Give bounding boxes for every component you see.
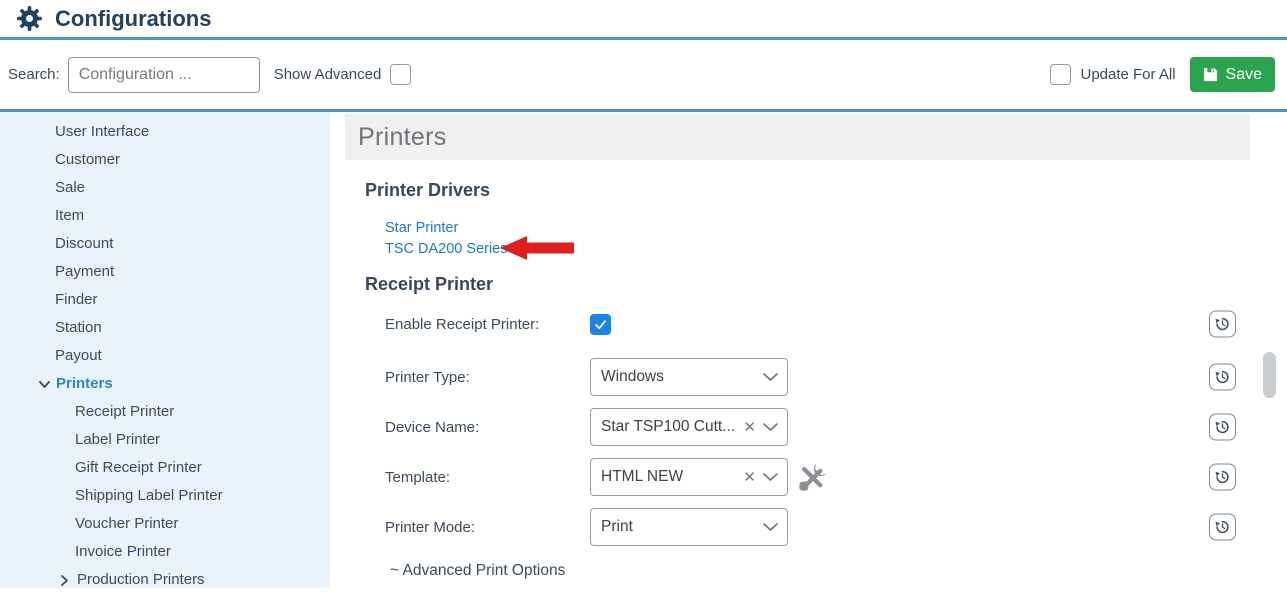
printer-mode-value: Print xyxy=(601,518,633,535)
sidebar-item-production-printers[interactable]: Production Printers xyxy=(0,566,330,594)
search-input[interactable] xyxy=(67,56,260,93)
device-name-label: Device Name: xyxy=(385,418,480,436)
show-advanced-label: Show Advanced xyxy=(273,66,382,83)
clear-icon[interactable]: ✕ xyxy=(743,420,756,435)
content: User Interface Customer Sale Item Discou… xyxy=(0,112,1287,588)
device-name-select[interactable]: Star TSP100 Cutt... ✕ xyxy=(590,408,788,446)
page-title: Configurations xyxy=(55,5,212,31)
sidebar-item-item[interactable]: Item xyxy=(0,202,330,230)
reset-icon[interactable] xyxy=(1209,513,1236,541)
printer-type-label: Printer Type: xyxy=(385,368,470,386)
chevron-down-icon xyxy=(763,472,778,482)
red-arrow-annotation xyxy=(500,236,574,265)
save-label: Save xyxy=(1225,65,1262,83)
clear-icon[interactable]: ✕ xyxy=(743,470,756,485)
printer-mode-row: Printer Mode: Print xyxy=(385,508,1287,546)
template-value: HTML NEW xyxy=(601,468,684,485)
chevron-down-icon xyxy=(763,522,778,532)
chevron-right-icon xyxy=(58,574,71,587)
chevron-down-icon xyxy=(763,372,778,382)
advanced-print-options-toggle[interactable]: ~ Advanced Print Options xyxy=(390,562,1287,580)
device-name-row: Device Name: Star TSP100 Cutt... ✕ xyxy=(385,408,1287,446)
vertical-scrollbar-thumb[interactable] xyxy=(1263,352,1276,398)
sidebar-item-discount[interactable]: Discount xyxy=(0,230,330,258)
receipt-printer-heading: Receipt Printer xyxy=(365,274,494,294)
sidebar-item-invoice-printer[interactable]: Invoice Printer xyxy=(0,538,330,566)
reset-icon[interactable] xyxy=(1209,310,1236,338)
tools-icon[interactable] xyxy=(797,462,828,493)
toolbar: Search: Show Advanced Update For All Sav… xyxy=(0,40,1287,112)
sidebar-item-gift-receipt-printer[interactable]: Gift Receipt Printer xyxy=(0,454,330,482)
sidebar-item-payment[interactable]: Payment xyxy=(0,258,330,286)
main-panel: Printers Printer Drivers Star Printer TS… xyxy=(330,112,1287,588)
template-select[interactable]: HTML NEW ✕ xyxy=(590,458,788,496)
sidebar-item-sale[interactable]: Sale xyxy=(0,174,330,202)
sidebar-item-shipping-label-printer[interactable]: Shipping Label Printer xyxy=(0,482,330,510)
gear-icon xyxy=(14,4,44,34)
section-banner: Printers xyxy=(345,114,1250,160)
printer-driver-links: Star Printer TSC DA200 Series xyxy=(385,218,508,260)
printer-type-row: Printer Type: Windows xyxy=(385,358,1287,396)
chevron-down-icon xyxy=(38,378,51,391)
template-label: Template: xyxy=(385,468,451,486)
app-header: Configurations xyxy=(0,0,1287,40)
template-row: Template: HTML NEW ✕ xyxy=(385,458,1287,496)
sidebar: User Interface Customer Sale Item Discou… xyxy=(0,112,330,588)
sidebar-item-user-interface[interactable]: User Interface xyxy=(0,118,330,146)
reset-icon[interactable] xyxy=(1209,363,1236,391)
printer-type-select[interactable]: Windows xyxy=(590,358,788,396)
sidebar-item-customer[interactable]: Customer xyxy=(0,146,330,174)
show-advanced-toggle: Show Advanced xyxy=(274,64,412,85)
banner-title: Printers xyxy=(358,122,447,151)
show-advanced-checkbox[interactable] xyxy=(390,64,412,85)
search-label: Search: xyxy=(8,66,60,83)
tsc-da200-series-link[interactable]: TSC DA200 Series xyxy=(385,239,508,260)
update-for-all-checkbox[interactable] xyxy=(1050,64,1072,85)
update-for-all-label: Update For All xyxy=(1080,66,1176,83)
save-icon xyxy=(1203,67,1218,82)
sidebar-item-finder[interactable]: Finder xyxy=(0,286,330,314)
device-name-value: Star TSP100 Cutt... xyxy=(601,418,736,435)
enable-receipt-printer-checkbox[interactable] xyxy=(590,313,611,335)
enable-receipt-printer-row: Enable Receipt Printer: xyxy=(385,310,1287,338)
receipt-printer-form: Enable Receipt Printer: Printer Type: Wi… xyxy=(330,310,1287,580)
chevron-down-icon xyxy=(763,422,778,432)
printer-mode-select[interactable]: Print xyxy=(590,508,788,546)
update-for-all-toggle: Update For All xyxy=(1050,64,1176,85)
reset-icon[interactable] xyxy=(1209,413,1236,441)
printer-mode-label: Printer Mode: xyxy=(385,518,476,536)
sidebar-item-label-printer[interactable]: Label Printer xyxy=(0,426,330,454)
printer-drivers-heading: Printer Drivers xyxy=(365,180,491,200)
sidebar-item-label: Production Printers xyxy=(77,571,205,588)
sidebar-item-printers[interactable]: Printers xyxy=(0,370,330,398)
reset-icon[interactable] xyxy=(1209,463,1236,491)
printer-type-value: Windows xyxy=(601,368,664,385)
enable-receipt-printer-label: Enable Receipt Printer: xyxy=(385,315,540,333)
sidebar-item-label: Printers xyxy=(56,375,113,392)
sidebar-item-payout[interactable]: Payout xyxy=(0,342,330,370)
save-button[interactable]: Save xyxy=(1189,57,1275,92)
sidebar-item-station[interactable]: Station xyxy=(0,314,330,342)
sidebar-item-voucher-printer[interactable]: Voucher Printer xyxy=(0,510,330,538)
star-printer-link[interactable]: Star Printer xyxy=(385,218,508,239)
toolbar-right: Update For All Save xyxy=(1050,57,1277,92)
sidebar-item-receipt-printer[interactable]: Receipt Printer xyxy=(0,398,330,426)
